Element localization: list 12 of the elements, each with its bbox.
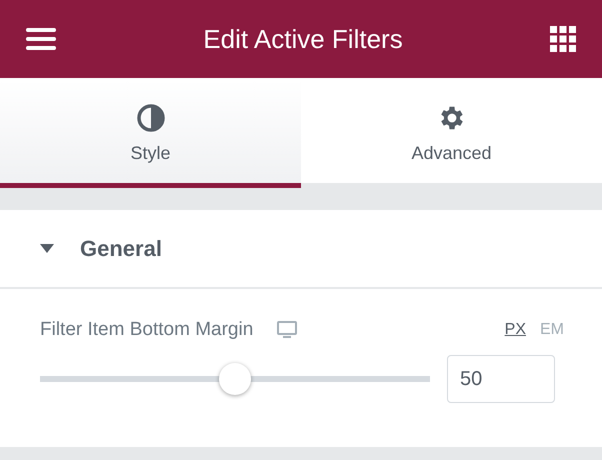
grid-icon[interactable] xyxy=(550,26,576,52)
section-header[interactable]: General xyxy=(0,210,602,288)
caret-icon xyxy=(40,244,54,253)
panel-tab[interactable]: Style xyxy=(0,78,301,188)
panel-title: Edit Active Filters xyxy=(203,24,403,54)
value-input[interactable]: 50 xyxy=(447,355,555,403)
desktop-icon[interactable] xyxy=(277,321,298,339)
menu-icon[interactable] xyxy=(26,28,56,50)
control-label: Filter Item Bottom Margin xyxy=(40,319,254,341)
unit-option[interactable]: PX xyxy=(490,321,526,339)
slider-thumb[interactable] xyxy=(219,363,251,395)
contrast-icon xyxy=(136,102,166,132)
